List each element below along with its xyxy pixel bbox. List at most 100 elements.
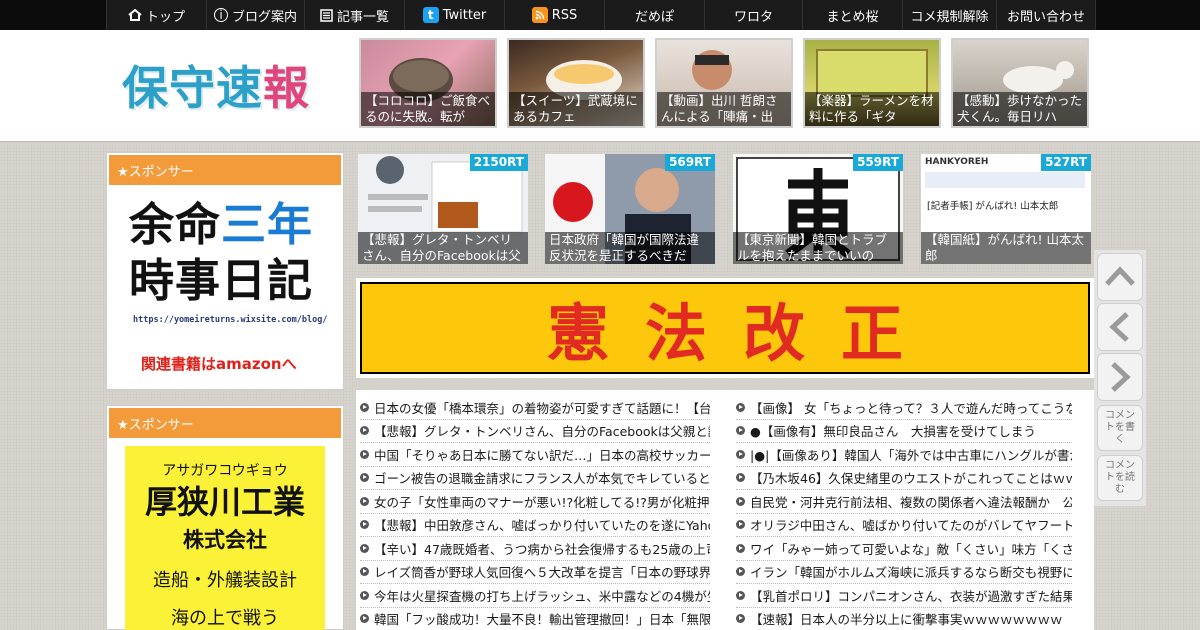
rt-item-3[interactable]: 559RT 【東京新聞】韓国とトラブルを抱えたままでいいの bbox=[733, 154, 903, 264]
rt-count-badge: 559RT bbox=[853, 154, 903, 171]
constitution-banner[interactable]: 憲法改正 bbox=[356, 278, 1094, 378]
list-item[interactable]: オリラジ中田さん、嘘ばかり付いてたのがバレてヤフートップに bbox=[736, 514, 1072, 537]
rt-count-badge: 527RT bbox=[1041, 154, 1091, 171]
bullet-arrow-icon bbox=[736, 496, 745, 506]
list-item-title: 女の子「女性車両のマナーが悪い!?化粧してる!?男が化粧押し付 bbox=[374, 494, 710, 510]
list-item-title: ●【画像有】無印良品さん 大損害を受けてしまう bbox=[750, 424, 1036, 440]
list-item[interactable]: 自民党・河井克行前法相、複数の関係者へ違法報酬か 公選法 bbox=[736, 490, 1072, 514]
bullet-arrow-icon bbox=[360, 520, 369, 530]
bullet-arrow-icon bbox=[360, 543, 369, 553]
bullet-arrow-icon bbox=[736, 520, 745, 530]
bullet-arrow-icon bbox=[736, 567, 745, 577]
site-logo[interactable]: 保守速報 bbox=[122, 52, 310, 118]
sponsor-box-2: ★スポンサー アサガワコウギョウ 厚狭川工業 株式会社 造船・外艤装設計 海の上… bbox=[106, 405, 344, 630]
bullet-arrow-icon bbox=[360, 473, 369, 483]
list-icon bbox=[320, 8, 333, 22]
list-item-title: 【乃木坂46】久保史緒里のウエストがこれってことはｗｗｗｗ bbox=[750, 471, 1072, 487]
bullet-arrow-icon bbox=[360, 426, 369, 436]
list-item[interactable]: 【悲報】中田敦彦さん、嘘ばっかり付いていたのを遂にYahoo! bbox=[360, 514, 710, 537]
top-nav: トップ i ブログ案内 記事一覧 t Twitter RSS だめぽ ワロタ ま… bbox=[0, 0, 1200, 30]
list-item-title: イラン「韓国がホルムズ海峡に派兵するなら断交も視野に入れ bbox=[750, 565, 1072, 581]
amazon-link[interactable]: 関連書籍はamazonへ bbox=[141, 353, 297, 374]
sponsor-heading: ★スポンサー bbox=[109, 155, 341, 185]
nav-twitter[interactable]: t Twitter bbox=[404, 0, 504, 30]
header-thumb-5[interactable]: 【感動】歩けなかった犬くん。毎日リハ bbox=[951, 38, 1089, 128]
bullet-arrow-icon bbox=[360, 496, 369, 506]
sponsor-heading-2: ★スポンサー bbox=[109, 408, 341, 438]
nav-article-list[interactable]: 記事一覧 bbox=[304, 0, 404, 30]
header-thumb-4[interactable]: 【楽器】ラーメンを材料に作る「ギタ bbox=[803, 38, 941, 128]
scroll-top-button[interactable] bbox=[1097, 253, 1143, 301]
article-list-left: 日本の女優「橋本環奈」の着物姿が可愛すぎて話題に！【台湾 【悲報】グレタ・トンベリ… bbox=[360, 396, 710, 630]
list-item[interactable]: 中国「そりゃあ日本に勝てない訳だ…」日本の高校サッカー決 bbox=[360, 443, 710, 467]
list-item[interactable]: ●【画像有】無印良品さん 大損害を受けてしまう bbox=[736, 420, 1072, 443]
list-item-title: ゴーン被告の退職金請求にフランス人が本気でキレていると判 bbox=[374, 471, 710, 487]
bullet-arrow-icon bbox=[360, 590, 369, 600]
list-item[interactable]: 今年は火星探査機の打ち上げラッシュ、米中露などの4機が生命 bbox=[360, 584, 710, 608]
list-item-title: 【画像】 女「ちょっと待って？３人で遊んだ時ってこうなりがち bbox=[750, 400, 1072, 416]
nav-damepo[interactable]: だめぽ bbox=[604, 0, 704, 30]
chevron-up-icon bbox=[1105, 266, 1135, 286]
list-item-title: 【辛い】47歳既婚者、うつ病から社会復帰するも25歳の上司に bbox=[374, 541, 710, 557]
nav-warota[interactable]: ワロタ bbox=[704, 0, 802, 30]
bullet-arrow-icon bbox=[736, 543, 745, 553]
rt-item-1[interactable]: 2150RT 【悲報】グレタ・トンベリさん、自分のFacebookは父 bbox=[358, 154, 528, 264]
list-item-title: 今年は火星探査機の打ち上げラッシュ、米中露などの4機が生命 bbox=[374, 588, 710, 604]
list-item[interactable]: 【悲報】グレタ・トンベリさん、自分のFacebookは父親と謎の bbox=[360, 420, 710, 443]
list-item[interactable]: イラン「韓国がホルムズ海峡に派兵するなら断交も視野に入れ bbox=[736, 561, 1072, 584]
list-item-title: |●|【画像あり】韓国人「海外では中古車にハングルが書かれて bbox=[750, 447, 1072, 463]
list-item[interactable]: 韓国「フッ酸成功！大量不良！輸出管理撤回！」日本「無限ループ bbox=[360, 608, 710, 630]
asagawa-kogyo-ad[interactable]: アサガワコウギョウ 厚狭川工業 株式会社 造船・外艤装設計 海の上で戦う bbox=[125, 446, 325, 630]
home-icon bbox=[128, 9, 142, 21]
bullet-arrow-icon bbox=[736, 590, 745, 600]
read-comment-button[interactable]: コメントを読む bbox=[1097, 455, 1143, 501]
list-item-title: ワイ「みゃー姉って可愛いよな」敵「くさい」味方「くさそう」 bbox=[750, 541, 1072, 557]
nav-rss[interactable]: RSS bbox=[504, 0, 604, 30]
bullet-arrow-icon bbox=[736, 426, 745, 436]
bullet-arrow-icon bbox=[736, 473, 745, 483]
bullet-arrow-icon bbox=[736, 449, 745, 459]
site-header: 保守速報 【コロコロ】ご飯食べるのに失敗。転が 【スイーツ】武蔵境にあるカフェ … bbox=[0, 30, 1200, 142]
list-item[interactable]: 【画像】 女「ちょっと待って？３人で遊んだ時ってこうなりがち bbox=[736, 396, 1072, 420]
list-item[interactable]: ゴーン被告の退職金請求にフランス人が本気でキレていると判 bbox=[360, 467, 710, 490]
list-item-title: オリラジ中田さん、嘘ばかり付いてたのがバレてヤフートップに bbox=[750, 518, 1072, 534]
header-thumb-1[interactable]: 【コロコロ】ご飯食べるのに失敗。転が bbox=[359, 38, 497, 128]
list-item[interactable]: 日本の女優「橋本環奈」の着物姿が可愛すぎて話題に！【台湾 bbox=[360, 396, 710, 420]
nav-contact[interactable]: お問い合わせ bbox=[996, 0, 1096, 30]
yomei-sannen-ad[interactable]: 余命三年 時事日記 https://yomeireturns.wixsite.c… bbox=[107, 193, 343, 383]
list-item-title: 【速報】日本人の半分以上に衝撃事実ｗｗｗｗｗｗｗｗ bbox=[750, 612, 1063, 628]
header-thumb-3[interactable]: 【動画】出川 哲朗さんによる「陣痛・出 bbox=[655, 38, 793, 128]
next-article-button[interactable] bbox=[1097, 353, 1143, 401]
write-comment-button[interactable]: コメントを書く bbox=[1097, 405, 1143, 451]
header-thumb-2[interactable]: 【スイーツ】武蔵境にあるカフェ bbox=[507, 38, 645, 128]
rt-item-4[interactable]: HANKYOREH [記者手帳] がんばれ! 山本太郎 527RT 【韓国紙】が… bbox=[921, 154, 1091, 264]
list-item[interactable]: 【速報】日本人の半分以上に衝撃事実ｗｗｗｗｗｗｗｗ bbox=[736, 608, 1072, 630]
article-list-right: 【画像】 女「ちょっと待って？３人で遊んだ時ってこうなりがち ●【画像有】無印良品… bbox=[736, 396, 1072, 630]
sponsor-box-1: ★スポンサー 余命三年 時事日記 https://yomeireturns.wi… bbox=[106, 152, 344, 390]
bullet-arrow-icon bbox=[360, 402, 369, 412]
top-nav-items: トップ i ブログ案内 記事一覧 t Twitter RSS だめぽ ワロタ ま… bbox=[106, 0, 1096, 30]
bullet-arrow-icon bbox=[360, 449, 369, 459]
list-item[interactable]: 女の子「女性車両のマナーが悪い!?化粧してる!?男が化粧押し付 bbox=[360, 490, 710, 514]
nav-matome-sakura[interactable]: まとめ桜 bbox=[802, 0, 902, 30]
nav-blog-guide[interactable]: i ブログ案内 bbox=[206, 0, 304, 30]
list-item-title: 【悲報】グレタ・トンベリさん、自分のFacebookは父親と謎の bbox=[374, 424, 710, 440]
bullet-arrow-icon bbox=[736, 614, 745, 624]
list-item-title: 中国「そりゃあ日本に勝てない訳だ…」日本の高校サッカー決 bbox=[374, 447, 710, 463]
nav-top[interactable]: トップ bbox=[106, 0, 206, 30]
list-item[interactable]: 【乳首ポロリ】コンパニオンさん、衣装が過激すぎた結果…その bbox=[736, 584, 1072, 608]
prev-article-button[interactable] bbox=[1097, 303, 1143, 351]
list-item[interactable]: 【辛い】47歳既婚者、うつ病から社会復帰するも25歳の上司に bbox=[360, 537, 710, 561]
list-item[interactable]: 【乃木坂46】久保史緒里のウエストがこれってことはｗｗｗｗ bbox=[736, 467, 1072, 490]
list-item-title: 日本の女優「橋本環奈」の着物姿が可愛すぎて話題に！【台湾 bbox=[374, 400, 710, 416]
nav-comment-unblock[interactable]: コメ規制解除 bbox=[902, 0, 996, 30]
rt-item-2[interactable]: 569RT 日本政府「韓国が国際法違反状況を是正するべきだ bbox=[545, 154, 715, 264]
list-item-title: 自民党・河井克行前法相、複数の関係者へ違法報酬か 公選法 bbox=[750, 494, 1072, 510]
list-item[interactable]: ワイ「みゃー姉って可愛いよな」敵「くさい」味方「くさそう」 bbox=[736, 537, 1072, 561]
list-item[interactable]: レイズ筒香が野球人気回復へ５大改革を提言「日本の野球界が bbox=[360, 561, 710, 584]
rt-count-badge: 569RT bbox=[665, 154, 715, 171]
list-item[interactable]: |●|【画像あり】韓国人「海外では中古車にハングルが書かれて bbox=[736, 443, 1072, 467]
twitter-icon: t bbox=[422, 7, 439, 23]
info-icon: i bbox=[213, 8, 228, 22]
chevron-left-icon bbox=[1109, 312, 1129, 342]
